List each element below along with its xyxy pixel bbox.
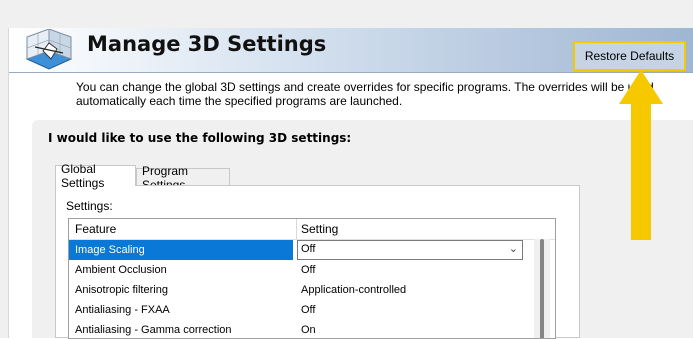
vertical-scrollbar[interactable] [534, 239, 550, 338]
tab-global-settings[interactable]: Global Settings [55, 162, 136, 190]
left-nav-rail [0, 28, 9, 338]
column-header-feature[interactable]: Feature [75, 219, 116, 239]
table-row[interactable]: Anisotropic filtering Application-contro… [69, 280, 529, 300]
annotation-arrow-icon [619, 70, 663, 240]
setting-dropdown[interactable]: Off ⌄ [297, 240, 523, 260]
setting-value: Off [301, 243, 316, 255]
table-row[interactable]: Antialiasing - Gamma correction On [69, 320, 529, 338]
feature-cell: Antialiasing - Gamma correction [75, 324, 232, 336]
setting-cell: On [301, 324, 316, 336]
global-settings-tab-page: Settings: Feature Setting Image Scaling … [55, 185, 580, 339]
column-header-setting[interactable]: Setting [301, 219, 338, 239]
grid-header: Feature Setting [69, 219, 555, 240]
setting-cell: Off [301, 304, 316, 316]
table-row[interactable]: Image Scaling Off ⌄ [69, 240, 529, 260]
feature-cell: Ambient Occlusion [75, 264, 167, 276]
feature-cell: Image Scaling [69, 240, 293, 260]
feature-cell: Anisotropic filtering [75, 284, 168, 296]
column-divider[interactable] [296, 219, 297, 239]
table-row[interactable]: Antialiasing - FXAA Off [69, 300, 529, 320]
nvidia-3d-cube-icon [25, 29, 73, 70]
restore-defaults-button[interactable]: Restore Defaults [573, 41, 686, 71]
page-description: You can change the global 3D settings an… [76, 80, 654, 108]
page-title: Manage 3D Settings [87, 32, 327, 56]
settings-grid: Feature Setting Image Scaling Off ⌄ Ambi… [68, 218, 556, 339]
setting-cell: Application-controlled [301, 284, 407, 296]
window-top-strip [0, 0, 693, 28]
scrollbar-thumb[interactable] [540, 239, 544, 338]
settings-label: Settings: [66, 199, 113, 213]
setting-cell: Off [301, 264, 316, 276]
settings-panel: I would like to use the following 3D set… [32, 120, 693, 339]
chevron-down-icon[interactable]: ⌄ [509, 241, 518, 258]
table-row[interactable]: Ambient Occlusion Off [69, 260, 529, 280]
feature-cell: Antialiasing - FXAA [75, 304, 170, 316]
panel-heading: I would like to use the following 3D set… [48, 131, 352, 145]
